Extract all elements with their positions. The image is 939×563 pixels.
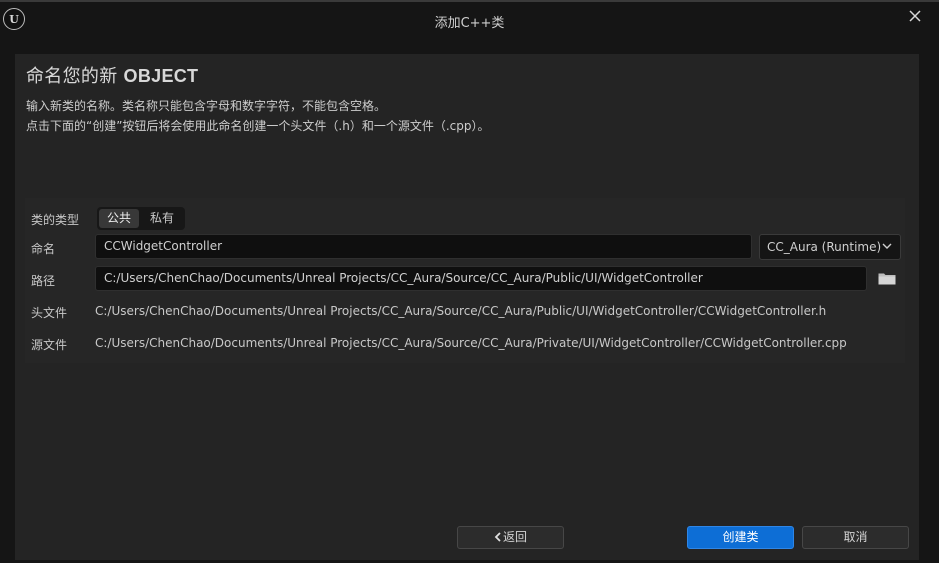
- back-button[interactable]: 返回: [457, 526, 564, 549]
- chevron-down-icon: [882, 243, 892, 249]
- close-icon: [909, 10, 921, 22]
- page-title: 命名您的新 OBJECT: [26, 62, 198, 88]
- top-border: [0, 0, 939, 2]
- create-class-button[interactable]: 创建类: [687, 526, 794, 549]
- class-name-input[interactable]: CCWidgetController: [95, 234, 752, 259]
- description-line-2: 点击下面的“创建”按钮后将会使用此命名创建一个头文件（.h）和一个源文件（.cp…: [26, 119, 490, 133]
- chevron-left-icon: [494, 532, 501, 542]
- class-form: 类的类型 公共 私有 命名 CCWidgetController CC_Aura…: [25, 198, 905, 363]
- source-file-label: 源文件: [31, 338, 68, 352]
- name-label: 命名: [31, 242, 56, 256]
- module-dropdown[interactable]: CC_Aura (Runtime): [759, 234, 901, 260]
- heading-class-name: OBJECT: [123, 66, 199, 86]
- class-type-public-button[interactable]: 公共: [99, 209, 139, 228]
- folder-icon[interactable]: [878, 272, 896, 285]
- path-label: 路径: [31, 274, 56, 288]
- class-type-toggle: 公共 私有: [97, 207, 185, 230]
- path-input[interactable]: C:/Users/ChenChao/Documents/Unreal Proje…: [95, 266, 867, 291]
- back-label: 返回: [502, 530, 527, 544]
- dialog-panel: 命名您的新 OBJECT 输入新类的名称。类名称只能包含字母和数字字符，不能包含…: [15, 54, 919, 560]
- module-value: CC_Aura (Runtime): [767, 240, 882, 254]
- title-bar: U 添加C++类: [0, 0, 939, 40]
- close-button[interactable]: [904, 5, 926, 27]
- header-file-path: C:/Users/ChenChao/Documents/Unreal Proje…: [95, 304, 827, 318]
- window-title: 添加C++类: [434, 16, 505, 31]
- source-file-path: C:/Users/ChenChao/Documents/Unreal Proje…: [95, 336, 847, 350]
- class-type-private-button[interactable]: 私有: [143, 209, 181, 228]
- header-file-label: 头文件: [31, 306, 68, 320]
- description-line-1: 输入新类的名称。类名称只能包含字母和数字字符，不能包含空格。: [26, 99, 387, 113]
- cancel-button[interactable]: 取消: [802, 526, 909, 549]
- heading-prefix: 命名您的新: [26, 66, 124, 87]
- class-type-label: 类的类型: [31, 213, 80, 227]
